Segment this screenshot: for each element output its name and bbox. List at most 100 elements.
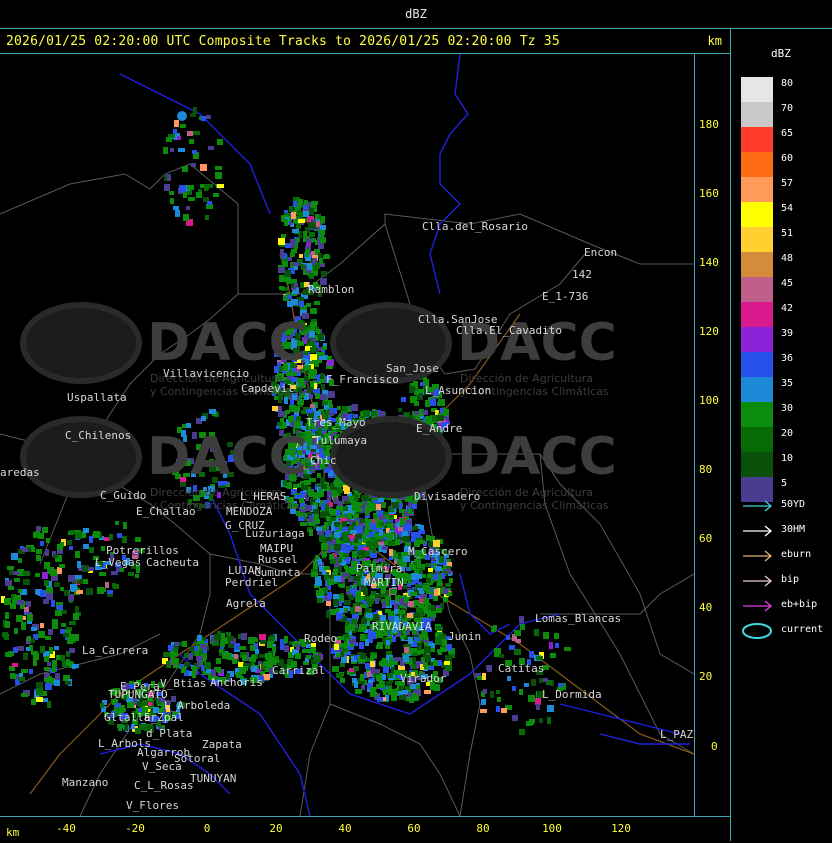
echo-pixel [410, 565, 416, 569]
echo-pixel [314, 301, 320, 305]
echo-pixel [19, 570, 23, 574]
echo-pixel [398, 610, 405, 614]
echo-pixel [26, 601, 31, 607]
color-scale-label: 51 [781, 228, 794, 239]
echo-pixel [424, 690, 431, 694]
echo-pixel [360, 604, 367, 608]
echo-pixel [316, 221, 320, 227]
echo-pixel [187, 131, 193, 136]
echo-pixel [512, 715, 518, 721]
echo-pixel [555, 643, 559, 648]
echo-pixel [5, 621, 10, 628]
echo-pixel [183, 214, 189, 221]
echo-pixel [301, 264, 305, 270]
echo-pixel [392, 689, 398, 696]
echo-pixel [299, 254, 303, 258]
x-tick-label: 0 [203, 822, 211, 835]
echo-pixel [303, 211, 309, 217]
echo-pixel [265, 653, 272, 660]
echo-pixel [343, 553, 349, 557]
echo-pixel [308, 224, 312, 228]
echo-pixel [327, 592, 332, 599]
place-label: Luzuriaga [245, 527, 305, 540]
echo-pixel [415, 532, 421, 538]
echo-pixel [307, 512, 312, 516]
place-label: Tulumaya [314, 434, 367, 447]
echo-pixel [410, 592, 417, 596]
track-arrow-icon [743, 500, 773, 512]
echo-pixel [52, 660, 57, 667]
echo-pixel [320, 512, 325, 518]
echo-pixel [44, 667, 50, 671]
echo-pixel [389, 549, 393, 556]
echo-pixel [411, 573, 415, 579]
place-label: C_Chilenos [65, 429, 132, 442]
echo-pixel [307, 387, 313, 393]
x-tick-label: 100 [542, 822, 562, 835]
echo-pixel [375, 669, 380, 673]
echo-pixel [211, 669, 216, 676]
y-tick-label: 140 [699, 256, 719, 269]
place-label: Junin [448, 630, 482, 643]
x-axis: km -40 -20 0 20 40 60 80 100 120 [0, 816, 730, 843]
echo-pixel [519, 616, 524, 623]
echo-pixel [112, 701, 116, 705]
y-tick-label: 60 [699, 532, 713, 545]
echo-pixel [536, 704, 540, 710]
echo-pixel [280, 249, 284, 256]
echo-pixel [60, 542, 64, 547]
place-label: E_Andre [416, 422, 463, 435]
track-arrow-icon [743, 525, 773, 537]
echo-pixel [181, 666, 186, 673]
echo-pixel [38, 533, 44, 539]
echo-pixel [355, 606, 361, 612]
echo-pixel [379, 522, 384, 526]
y-tick-label: 20 [699, 670, 713, 683]
echo-pixel [531, 679, 536, 686]
place-label: C_Guido [100, 489, 147, 502]
echo-pixel [329, 508, 333, 514]
echo-pixel [55, 673, 60, 680]
echo-pixel [430, 399, 436, 406]
echo-pixel [429, 666, 434, 670]
echo-pixel [69, 546, 73, 550]
echo-pixel [227, 653, 232, 660]
x-tick-label: 60 [407, 822, 421, 835]
echo-pixel [383, 689, 387, 695]
echo-pixel [550, 653, 556, 658]
echo-pixel [321, 504, 325, 510]
echo-pixel [111, 571, 118, 575]
echo-pixel [31, 547, 35, 552]
echo-pixel [358, 526, 363, 533]
track-legend-label: eb+bip [781, 599, 818, 610]
echo-pixel [278, 267, 285, 273]
echo-pixel [371, 692, 377, 697]
echo-pixel [352, 614, 357, 619]
echo-pixel [100, 703, 104, 708]
echo-pixel [173, 129, 177, 134]
echo-pixel [528, 695, 535, 702]
echo-pixel [148, 702, 152, 706]
echo-pixel [499, 654, 504, 658]
echo-pixel [342, 573, 349, 577]
echo-pixel [315, 393, 319, 398]
echo-pixel [241, 668, 246, 674]
echo-pixel [347, 513, 352, 519]
echo-pixel [342, 527, 348, 531]
echo-pixel [365, 639, 369, 646]
color-scale-swatch [741, 327, 773, 352]
echo-pixel [57, 605, 63, 610]
echo-pixel [117, 533, 122, 538]
echo-pixel [252, 638, 258, 642]
echo-pixel [420, 525, 424, 530]
echo-pixel [379, 681, 385, 688]
echo-pixel [286, 277, 290, 284]
echo-pixel [51, 600, 55, 607]
place-label: L_PAZ [660, 728, 694, 741]
echo-pixel [284, 636, 288, 643]
echo-pixel [322, 570, 326, 575]
radar-map[interactable]: DACC Dirección de Agricultura y Contingen… [0, 54, 694, 816]
echo-pixel [188, 197, 195, 201]
echo-pixel [318, 333, 324, 340]
echo-pixel [407, 583, 411, 587]
